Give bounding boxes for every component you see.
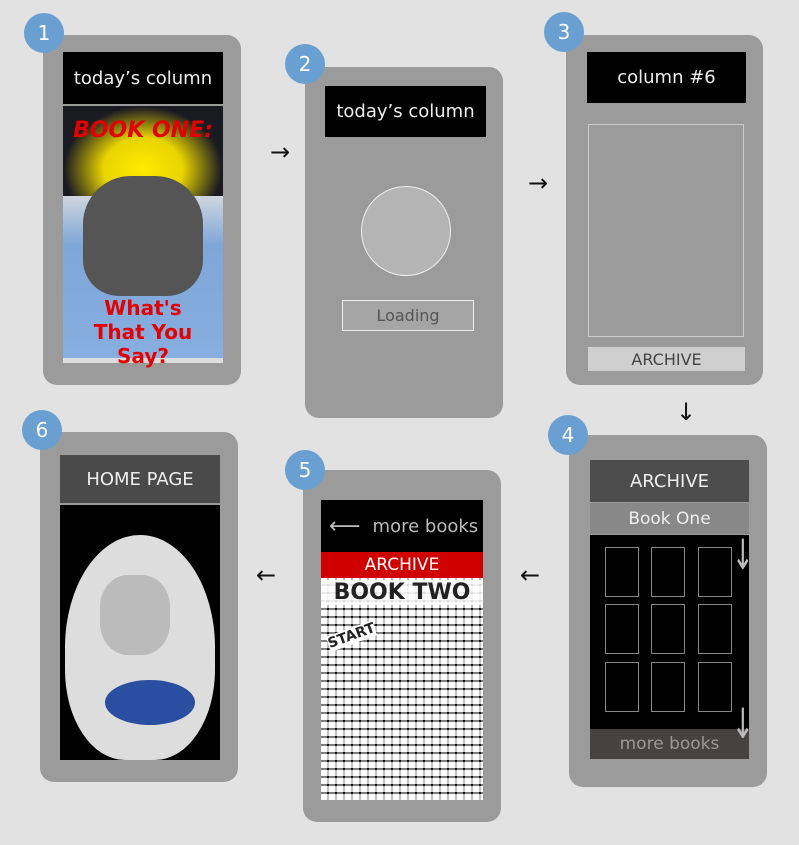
archive-tab[interactable]: ARCHIVE <box>321 552 483 578</box>
scroll-down-icon: ↓ <box>732 701 754 749</box>
scroll-down-icon: ↓ <box>732 532 754 580</box>
screen-header: today’s column <box>63 52 223 104</box>
step-badge-3: 3 <box>544 12 584 52</box>
book-thumbnail[interactable] <box>651 547 685 597</box>
book-thumbnail[interactable] <box>605 662 639 712</box>
archive-button[interactable]: ARCHIVE <box>588 347 745 371</box>
book-title-bar: Book One <box>590 503 749 534</box>
archive-label: ARCHIVE <box>364 555 440 575</box>
flow-arrow-left: ← <box>520 561 541 589</box>
book-grid: ↓ <box>590 532 754 729</box>
column-content-panel <box>588 124 744 337</box>
cover-title: BOOK ONE: <box>73 118 213 143</box>
more-books-label: more books <box>619 734 720 754</box>
cover-subtitle: What's That You Say? <box>93 296 193 368</box>
book-thumbnail[interactable] <box>698 604 732 654</box>
book-thumbnail[interactable] <box>698 662 732 712</box>
book-thumbnail[interactable] <box>605 604 639 654</box>
step-badge-1: 1 <box>24 13 64 53</box>
header-title: column #6 <box>617 67 716 88</box>
cover-title: BOOK TWO <box>321 580 483 605</box>
loading-spinner <box>361 186 451 276</box>
step-badge-4: 4 <box>548 415 588 455</box>
cover-image[interactable]: BOOK TWO START <box>321 578 483 800</box>
step-badge-5: 5 <box>285 450 325 490</box>
more-books-header[interactable]: ⟵ more books <box>321 500 483 552</box>
screen-header: column #6 <box>587 52 746 103</box>
flow-arrow-right: → <box>528 169 549 197</box>
back-arrow-icon[interactable]: ⟵ <box>329 514 361 539</box>
screen-header: ARCHIVE <box>590 460 749 502</box>
more-books-button[interactable]: more books <box>590 729 749 759</box>
header-title: more books <box>372 515 479 537</box>
book-thumbnail[interactable] <box>605 547 639 597</box>
cover-image[interactable]: BOOK ONE: What's That You Say? <box>63 106 223 368</box>
step-badge-2: 2 <box>285 44 325 84</box>
loading-label: Loading <box>342 300 474 331</box>
flow-arrow-down: ↓ <box>676 398 697 426</box>
book-thumbnail[interactable] <box>698 547 732 597</box>
book-thumbnail[interactable] <box>651 604 685 654</box>
header-title: today’s column <box>73 67 213 89</box>
screen-header: HOME PAGE <box>60 455 220 503</box>
header-title: ARCHIVE <box>629 470 710 492</box>
step-badge-6: 6 <box>22 410 62 450</box>
book-thumbnail[interactable] <box>651 662 685 712</box>
flow-arrow-left: ← <box>256 561 277 589</box>
flow-arrow-right: → <box>270 138 291 166</box>
screen-header: today’s column <box>325 86 486 137</box>
header-title: HOME PAGE <box>86 468 194 490</box>
book-title: Book One <box>628 508 711 529</box>
home-illustration <box>60 505 220 760</box>
header-title: today’s column <box>336 101 475 122</box>
